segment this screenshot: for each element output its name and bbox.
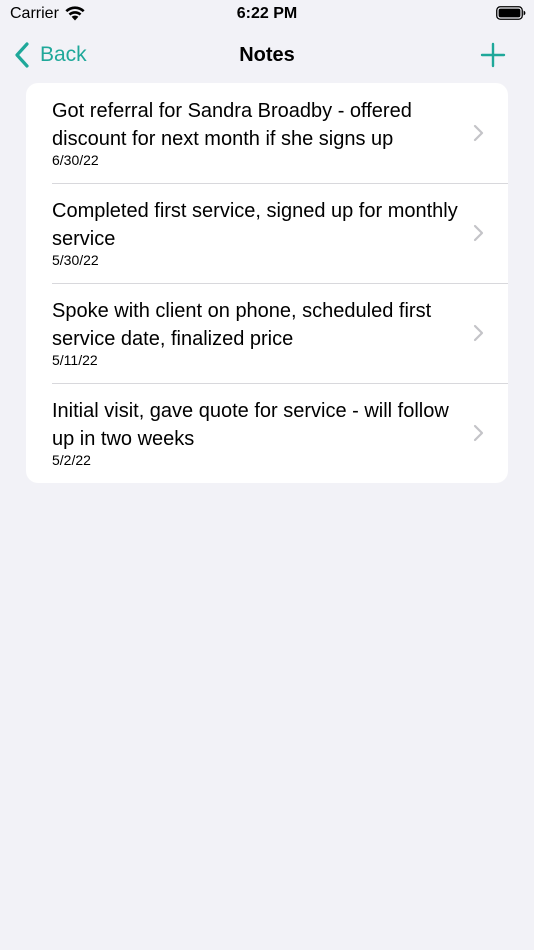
row-divider (52, 283, 508, 284)
note-date: 6/30/22 (52, 152, 99, 168)
row-divider (52, 383, 508, 384)
list-item[interactable]: Spoke with client on phone, scheduled fi… (26, 283, 508, 383)
status-time: 6:22 PM (236, 5, 298, 22)
note-date: 5/2/22 (52, 452, 91, 468)
status-bar: Carrier 6:22 PM (0, 0, 534, 30)
list-item[interactable]: Completed first service, signed up for m… (26, 183, 508, 283)
chevron-right-icon (473, 424, 484, 442)
notes-screen: Carrier 6:22 PM Back Notes Got referral … (0, 0, 534, 950)
row-divider (52, 183, 508, 184)
chevron-right-icon (473, 324, 484, 342)
list-item[interactable]: Got referral for Sandra Broadby - offere… (26, 83, 508, 183)
battery-icon (496, 6, 526, 20)
chevron-right-icon (473, 224, 484, 242)
note-text: Initial visit, gave quote for service - … (52, 400, 449, 450)
note-date: 5/11/22 (52, 352, 98, 368)
chevron-right-icon (473, 124, 484, 142)
note-text: Got referral for Sandra Broadby - offere… (52, 100, 412, 150)
navigation-bar: Back Notes (0, 30, 534, 80)
note-date: 5/30/22 (52, 252, 99, 268)
note-text: Completed first service, signed up for m… (52, 200, 458, 250)
notes-list: Got referral for Sandra Broadby - offere… (26, 83, 508, 483)
list-item[interactable]: Initial visit, gave quote for service - … (26, 383, 508, 483)
plus-icon[interactable] (480, 42, 506, 68)
page-title: Notes (239, 44, 295, 66)
note-text: Spoke with client on phone, scheduled fi… (52, 300, 432, 350)
